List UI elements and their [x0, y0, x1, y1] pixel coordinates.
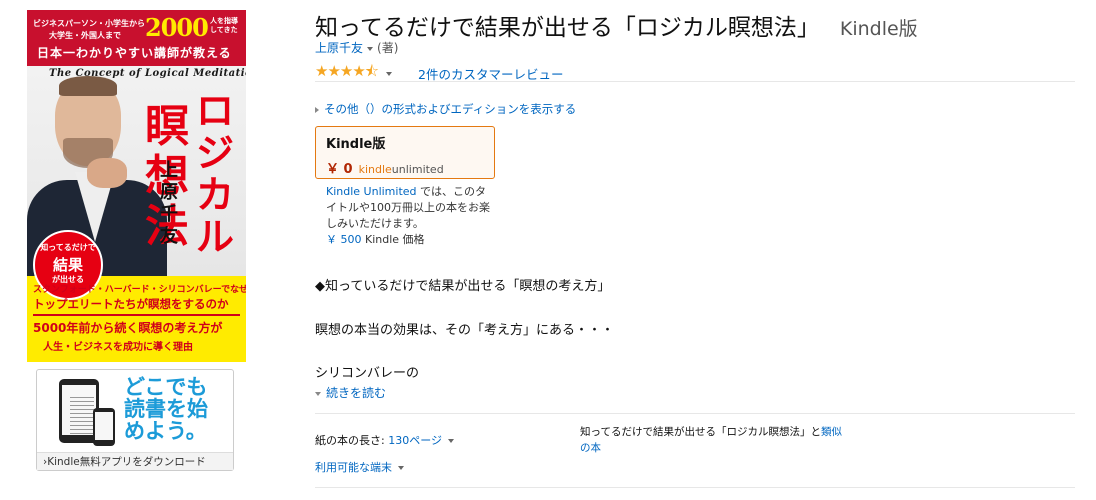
- rating-row: ★★★★⯪ 2件のカスタマーレビュー: [315, 61, 563, 86]
- similar-books: 知ってるだけで結果が出せる「ロジカル瞑想法」と類似の本: [580, 424, 850, 456]
- similar-books-text: 知ってるだけで結果が出せる「ロジカル瞑想法」と: [580, 426, 821, 438]
- print-length: 紙の本の長さ: 130ページ: [315, 432, 458, 448]
- swatch-price: ￥ 0: [326, 162, 353, 177]
- cover-line3: 人を指導してきた: [210, 17, 238, 34]
- cover-yellow-line4: 人生・ビジネスを成功に導く理由: [43, 342, 193, 353]
- app-banner-message: どこでも 読書を始 めよう。: [124, 375, 208, 443]
- other-formats-link[interactable]: その他（）の形式およびエディションを表示する: [315, 101, 576, 117]
- expand-chevron-icon: [315, 391, 321, 396]
- kindle-unlimited-logo: kindleunlimited: [359, 163, 444, 176]
- tablet-screen: [62, 385, 96, 435]
- customer-reviews-link[interactable]: 2件のカスタマーレビュー: [418, 67, 563, 82]
- divider: [315, 487, 1075, 488]
- other-formats-label: その他（）の形式およびエディションを表示する: [324, 102, 577, 116]
- tablet-text-lines: [70, 397, 94, 435]
- ku-logo-kindle: kindle: [358, 163, 392, 176]
- rating-chevron-down-icon[interactable]: [386, 71, 392, 76]
- swatch-price-row: ￥ 0 kindleunlimited: [326, 158, 484, 177]
- author-chevron-down-icon[interactable]: [367, 46, 374, 51]
- book-cover[interactable]: ビジネスパーソン・小学生から 大学生・外国人まで 2000 人を指導してきた 日…: [27, 10, 246, 362]
- star-rating-icon[interactable]: ★★★★⯪: [315, 62, 379, 80]
- kindle-price-value[interactable]: ￥ 500: [326, 233, 362, 246]
- product-title: 知ってるだけで結果が出せる「ロジカル瞑想法」: [315, 15, 820, 41]
- description-line-3: シリコンバレーの: [315, 366, 420, 381]
- divider: [315, 81, 1075, 82]
- divider: [315, 413, 1075, 414]
- cover-badge-top: 知ってるだけで: [40, 243, 96, 252]
- product-format: Kindle版: [839, 18, 918, 40]
- phone-screen: [95, 412, 113, 440]
- kindle-price-label: Kindle 価格: [361, 233, 425, 246]
- cover-man-hand: [87, 158, 127, 188]
- cover-divider: [33, 314, 240, 316]
- kindle-unlimited-note: Kindle Unlimited では、このタイトルや100万冊以上の本をお楽し…: [326, 184, 496, 248]
- print-length-value[interactable]: 130ページ: [388, 434, 442, 447]
- cover-tagline: 日本一わかりやすい講師が教える: [37, 46, 232, 60]
- format-swatch-kindle[interactable]: Kindle版 ￥ 0 kindleunlimited: [315, 126, 495, 179]
- cover-title-part1: ロジカル: [195, 89, 234, 259]
- description-line-1: ◆知っているだけで結果が出せる「瞑想の考え方」: [315, 279, 611, 294]
- phone-icon: [93, 408, 115, 446]
- cover-yellow-line3: 5000年前から続く瞑想の考え方が: [33, 321, 223, 335]
- kindle-unlimited-link[interactable]: Kindle Unlimited: [326, 185, 417, 198]
- read-more-link[interactable]: 続きを読む: [315, 384, 386, 401]
- author-role: (著): [377, 41, 399, 55]
- kindle-app-banner[interactable]: どこでも 読書を始 めよう。 ›Kindle無料アプリをダウンロード: [36, 369, 234, 471]
- byline: 上原千友 (著): [315, 39, 398, 56]
- available-devices[interactable]: 利用可能な端末: [315, 459, 408, 475]
- cover-number: 2000: [145, 13, 209, 42]
- product-title-row: 知ってるだけで結果が出せる「ロジカル瞑想法」 Kindle版: [315, 8, 918, 42]
- swatch-label: Kindle版: [326, 137, 386, 152]
- cover-line2: 大学生・外国人まで: [49, 31, 121, 40]
- print-length-chevron-down-icon[interactable]: [447, 439, 454, 443]
- app-download-link[interactable]: ›Kindle無料アプリをダウンロード: [37, 452, 233, 470]
- available-devices-label: 利用可能な端末: [315, 461, 392, 474]
- ku-logo-unlimited: unlimited: [391, 163, 444, 176]
- cover-yellow-line1: スタンフォード・ハーバード・シリコンバレーでなぜ、: [33, 285, 246, 295]
- expand-arrow-icon: [315, 106, 319, 113]
- cover-man-hair: [59, 76, 117, 96]
- author-link[interactable]: 上原千友: [315, 41, 363, 55]
- cover-yellow-line2: トップエリートたちが瞑想をするのか: [33, 297, 229, 311]
- cover-author: 上原千友: [160, 160, 178, 247]
- devices-chevron-down-icon: [398, 466, 404, 470]
- cover-line1: ビジネスパーソン・小学生から: [33, 19, 145, 28]
- read-more-label: 続きを読む: [326, 386, 387, 400]
- description-line-2: 瞑想の本当の効果は、その「考え方」にある・・・: [315, 323, 615, 338]
- cover-badge-mid: 結果: [52, 256, 83, 274]
- print-length-label: 紙の本の長さ:: [315, 434, 389, 447]
